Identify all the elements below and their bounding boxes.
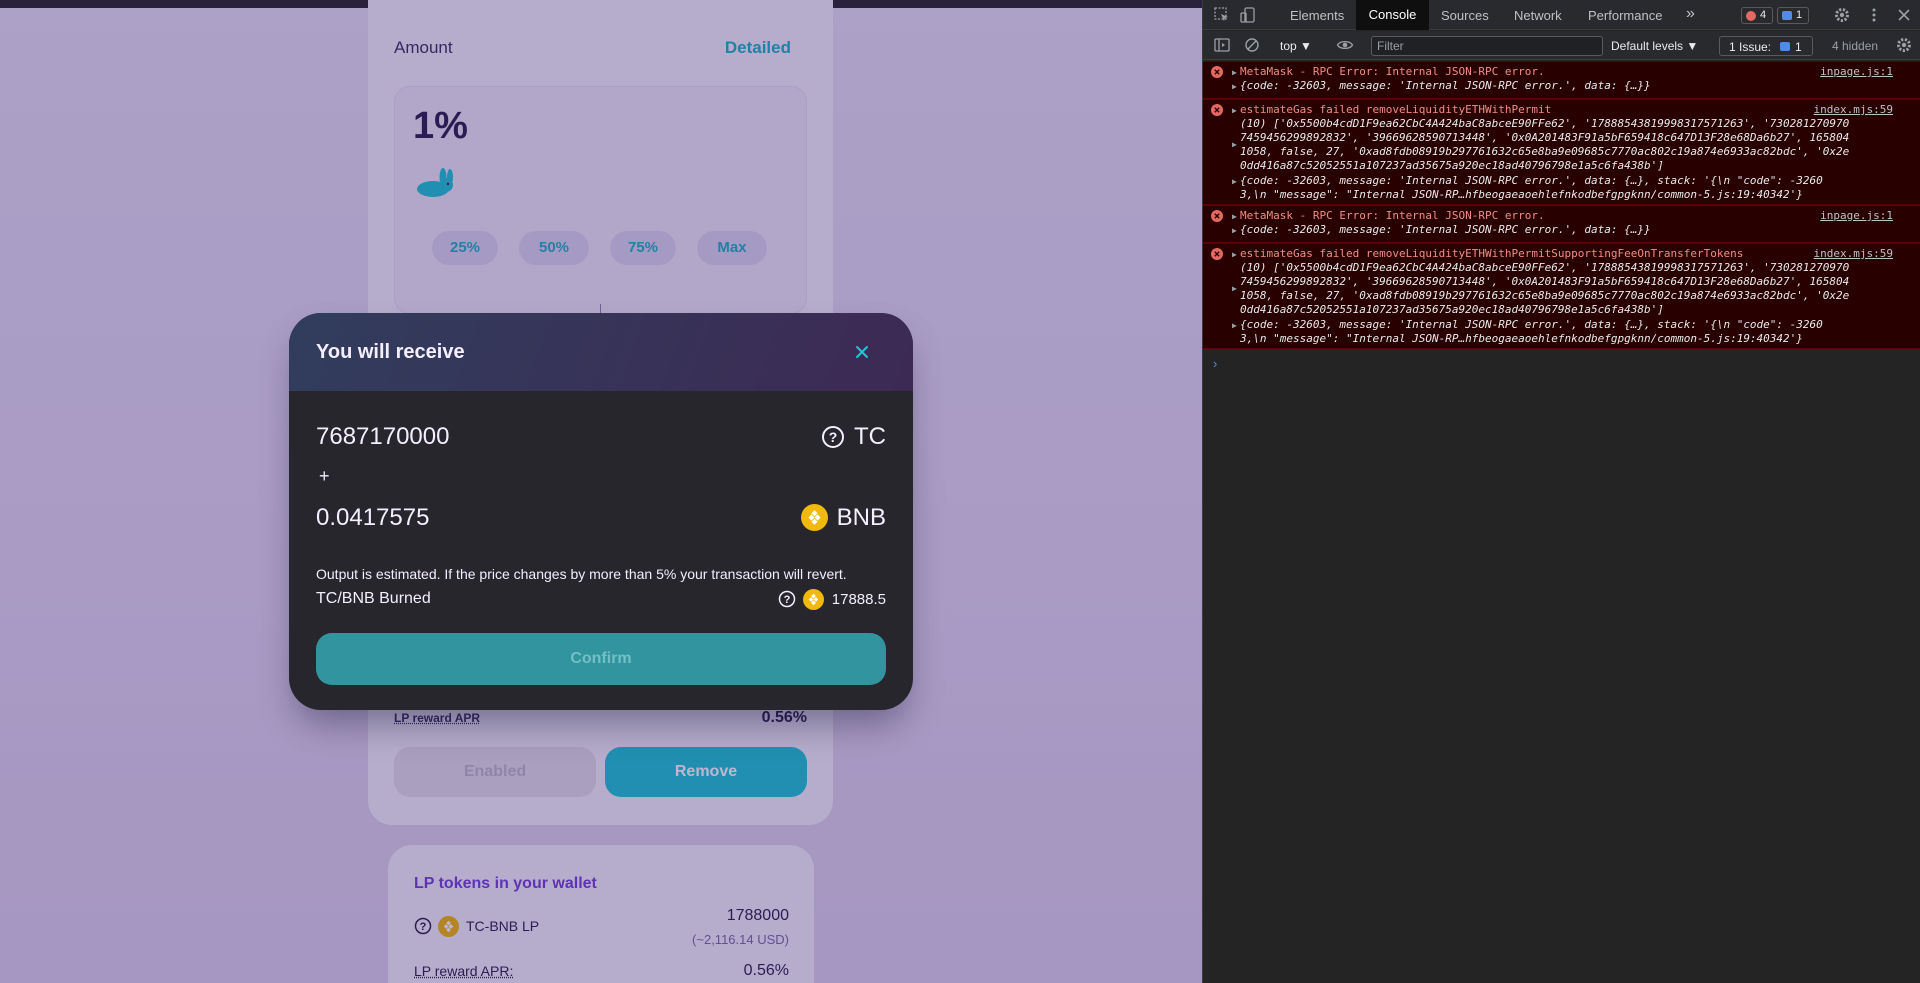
tab-console[interactable]: Console xyxy=(1356,0,1429,30)
error-icon xyxy=(1211,248,1223,260)
bnb-icon xyxy=(801,504,828,531)
burned-value: 17888.5 xyxy=(831,591,886,608)
error-message: estimateGas failed removeLiquidityETHWit… xyxy=(1240,103,1552,116)
console-error-entry[interactable]: ▶ MetaMask - RPC Error: Internal JSON-RP… xyxy=(1203,205,1920,243)
error-detail-line: 7459456299892832', '39669628590713448', … xyxy=(1240,131,1850,144)
error-message: estimateGas failed removeLiquidityETHWit… xyxy=(1240,247,1744,260)
error-icon xyxy=(1211,104,1223,116)
console-error-entry[interactable]: ▶ MetaMask - RPC Error: Internal JSON-RP… xyxy=(1203,61,1920,99)
token-a-amount: 7687170000 xyxy=(316,423,450,450)
source-link[interactable]: inpage.js:1 xyxy=(1820,65,1893,79)
devtools-panel: Elements Console Sources Network Perform… xyxy=(1202,0,1920,983)
bnb-icon xyxy=(803,589,824,610)
tab-performance[interactable]: Performance xyxy=(1588,8,1662,23)
filter-input[interactable] xyxy=(1371,36,1603,56)
expand-arrow-icon[interactable]: ▶ xyxy=(1232,80,1237,94)
help-icon[interactable]: ? xyxy=(778,590,796,608)
tab-sources[interactable]: Sources xyxy=(1441,8,1489,23)
token-a-symbol: TC xyxy=(854,423,886,450)
hidden-count: 4 hidden xyxy=(1832,39,1879,53)
kebab-menu-icon[interactable] xyxy=(1865,6,1883,24)
error-detail-line: 3,\n "message": "Internal JSON-RP…hfbeog… xyxy=(1240,332,1803,345)
dapp-page: Amount Detailed 1% 25% 50% 75% Max LP re… xyxy=(0,0,1202,983)
issues-label: 1 Issue: xyxy=(1729,40,1772,54)
confirm-button[interactable]: Confirm xyxy=(316,633,886,685)
message-count-badge[interactable]: 1 xyxy=(1777,7,1809,24)
error-message: MetaMask - RPC Error: Internal JSON-RPC … xyxy=(1240,65,1545,78)
error-detail-line: 7459456299892832', '39669628590713448', … xyxy=(1240,275,1850,288)
expand-arrow-icon[interactable]: ▶ xyxy=(1232,104,1237,118)
error-detail-line: 1058, false, 27, '0xad8fdb08919b29776163… xyxy=(1240,145,1850,158)
svg-text:?: ? xyxy=(829,429,838,445)
close-icon[interactable] xyxy=(848,338,876,366)
error-detail-line: {code: -32603, message: 'Internal JSON-R… xyxy=(1240,174,1823,187)
expand-arrow-icon[interactable]: ▶ xyxy=(1232,282,1237,296)
inspect-element-icon[interactable] xyxy=(1213,6,1231,24)
error-count-badge[interactable]: 4 xyxy=(1741,7,1773,24)
console-toolbar: top ▼ Default levels ▼ 1 Issue: 1 4 hidd… xyxy=(1203,31,1920,60)
expand-arrow-icon[interactable]: ▶ xyxy=(1232,319,1237,333)
error-icon xyxy=(1211,210,1223,222)
issues-count: 1 xyxy=(1795,40,1802,54)
error-detail-line: {code: -32603, message: 'Internal JSON-R… xyxy=(1240,223,1651,236)
source-link[interactable]: index.mjs:59 xyxy=(1814,103,1893,117)
tab-network[interactable]: Network xyxy=(1514,8,1562,23)
message-icon xyxy=(1782,11,1792,20)
token-b-symbol: BNB xyxy=(836,504,886,531)
sidebar-toggle-icon[interactable] xyxy=(1213,36,1231,54)
expand-arrow-icon[interactable]: ▶ xyxy=(1232,175,1237,189)
issues-badge[interactable]: 1 Issue: 1 xyxy=(1719,36,1813,56)
expand-arrow-icon[interactable]: ▶ xyxy=(1232,224,1237,238)
devtools-tabbar: Elements Console Sources Network Perform… xyxy=(1203,0,1920,30)
error-detail-line: 1058, false, 27, '0xad8fdb08919b29776163… xyxy=(1240,289,1850,302)
error-detail-line: {code: -32603, message: 'Internal JSON-R… xyxy=(1240,79,1651,92)
log-levels-select[interactable]: Default levels ▼ xyxy=(1611,39,1698,53)
expand-arrow-icon[interactable]: ▶ xyxy=(1232,138,1237,152)
context-select[interactable]: top ▼ xyxy=(1280,39,1312,53)
device-toggle-icon[interactable] xyxy=(1239,6,1257,24)
error-detail-line: 3,\n "message": "Internal JSON-RP…hfbeog… xyxy=(1240,188,1803,201)
eye-icon[interactable] xyxy=(1336,36,1354,54)
error-message: MetaMask - RPC Error: Internal JSON-RPC … xyxy=(1240,209,1545,222)
issue-icon xyxy=(1780,42,1790,51)
console-settings-icon[interactable] xyxy=(1895,36,1913,54)
receive-modal: You will receive 7687170000 ? TC + 0.041… xyxy=(289,313,913,710)
modal-title: You will receive xyxy=(316,341,465,363)
burned-label: TC/BNB Burned xyxy=(316,590,431,607)
gear-icon[interactable] xyxy=(1833,6,1851,24)
error-detail-line: (10) ['0x5500b4cdD1F9ea62CbC4A424baC8abc… xyxy=(1240,117,1850,130)
token-b-amount: 0.0417575 xyxy=(316,504,430,531)
error-icon xyxy=(1746,11,1756,21)
console-error-entry[interactable]: ▶ estimateGas failed removeLiquidityETHW… xyxy=(1203,243,1920,349)
plus-sign: + xyxy=(319,466,330,486)
estimate-note: Output is estimated. If the price change… xyxy=(316,566,847,582)
expand-arrow-icon[interactable]: ▶ xyxy=(1232,66,1237,80)
source-link[interactable]: inpage.js:1 xyxy=(1820,209,1893,223)
expand-arrow-icon[interactable]: ▶ xyxy=(1232,210,1237,224)
source-link[interactable]: index.mjs:59 xyxy=(1814,247,1893,261)
message-count: 1 xyxy=(1796,9,1803,21)
expand-arrow-icon[interactable]: ▶ xyxy=(1232,248,1237,262)
error-count: 4 xyxy=(1760,9,1767,21)
clear-console-icon[interactable] xyxy=(1243,36,1261,54)
modal-header: You will receive xyxy=(289,313,913,391)
error-detail-line: 0dd416a87c52052551a107237ad35675a920ec18… xyxy=(1240,303,1664,316)
console-error-entry[interactable]: ▶ estimateGas failed removeLiquidityETHW… xyxy=(1203,99,1920,205)
error-detail-line: (10) ['0x5500b4cdD1F9ea62CbC4A424baC8abc… xyxy=(1240,261,1850,274)
close-devtools-icon[interactable] xyxy=(1895,6,1913,24)
console-prompt[interactable]: › xyxy=(1213,356,1217,371)
help-icon[interactable]: ? xyxy=(821,425,845,449)
error-icon xyxy=(1211,66,1223,78)
console-log: ▶ MetaMask - RPC Error: Internal JSON-RP… xyxy=(1203,61,1920,349)
more-tabs-icon[interactable]: » xyxy=(1686,5,1695,23)
svg-text:?: ? xyxy=(784,594,791,606)
tab-elements[interactable]: Elements xyxy=(1290,8,1344,23)
error-detail-line: 0dd416a87c52052551a107237ad35675a920ec18… xyxy=(1240,159,1664,172)
error-detail-line: {code: -32603, message: 'Internal JSON-R… xyxy=(1240,318,1823,331)
